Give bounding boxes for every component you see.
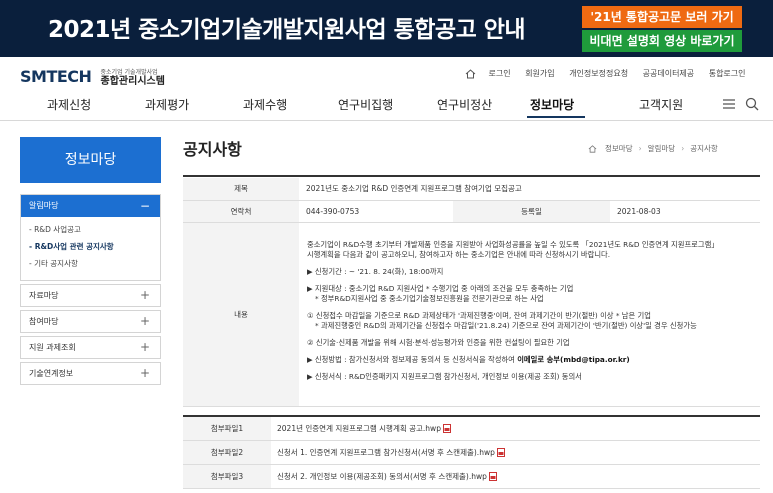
- sidebar-group-label: 알림마당: [29, 201, 59, 210]
- date-label: 등록일: [453, 200, 610, 223]
- attachment-label: 첨부파일1: [183, 416, 271, 441]
- sidebar-item-label: 참여마당: [29, 317, 59, 326]
- nav-item-support[interactable]: 고객지원: [639, 96, 683, 113]
- banner-title: 2021년 중소기업기술개발지원사업 통합공고 안내: [48, 17, 526, 43]
- notice-detail-table: 제목 2021년도 중소기업 R&D 인증연계 지원프로그램 참여기업 모집공고…: [183, 178, 760, 407]
- attachments-table: 첨부파일1 2021년 인증연계 지원프로그램 시행계획 공고.hwp 첨부파일…: [183, 415, 760, 489]
- nav-item-funding[interactable]: 연구비집행: [338, 96, 393, 113]
- date-value: 2021-08-03: [610, 200, 760, 223]
- sidebar-group-notice: 알림마당 − - R&D 사업공고 - R&D사업 관련 공지사항 - 기타 공…: [20, 194, 161, 281]
- table-row: 첨부파일3 신청서 2. 개인정보 이용(제공조회) 동의서(서명 후 스캔제출…: [183, 464, 760, 489]
- attachment-label: 첨부파일2: [183, 440, 271, 465]
- body-intro-2: 시행계획을 다음과 같이 공고하오니, 참여하고자 하는 중소기업은 안내에 따…: [307, 249, 611, 259]
- integrated-login-link[interactable]: 통합로그인: [709, 68, 746, 79]
- home-icon[interactable]: [588, 145, 597, 153]
- breadcrumb: 정보마당 › 알림마당 › 공지사항: [588, 143, 718, 154]
- attachment-label: 첨부파일3: [183, 464, 271, 489]
- contact-value: 044-390-0753: [299, 200, 453, 223]
- email-link[interactable]: 이메일로 송부(mbd@tipa.or.kr): [517, 355, 630, 364]
- table-row: 첨부파일2 신청서 1. 인증연계 지원프로그램 참가신청서(서명 후 스캔제출…: [183, 440, 760, 465]
- sidebar-item-tech-info[interactable]: 기술연계정보 +: [20, 362, 161, 385]
- sidebar-item-resources[interactable]: 자료마당 +: [20, 284, 161, 307]
- nav-divider: [0, 120, 773, 121]
- sidebar-sub-other-notice[interactable]: - 기타 공지사항: [29, 255, 160, 272]
- breadcrumb-item[interactable]: 공지사항: [690, 144, 718, 153]
- body-cond-1: ① 신청접수 마감일을 기준으로 R&D 과제상태가 '과제진행중'이며, 잔여…: [307, 310, 651, 320]
- title-divider: [183, 175, 760, 177]
- breadcrumb-item[interactable]: 알림마당: [648, 144, 676, 153]
- video-link-button[interactable]: 비대면 설명회 영상 바로가기: [582, 30, 742, 52]
- body-forms: ▶ 신청서식 : R&D인증패키지 지원프로그램 참가신청서, 개인정보 이용(…: [307, 371, 582, 381]
- sidebar-sub-rnd-announcement[interactable]: - R&D 사업공고: [29, 221, 160, 238]
- expand-icon[interactable]: +: [140, 285, 150, 306]
- page-title: 공지사항: [183, 140, 242, 159]
- body-target-1: ▶ 지원대상 : 중소기업 R&D 지원사업 * 수행기업 중 아래의 조건을 …: [307, 283, 574, 293]
- attachment-link-3[interactable]: 신청서 2. 개인정보 이용(제공조회) 동의서(서명 후 스캔제출).hwp: [277, 472, 487, 481]
- search-icon[interactable]: [745, 97, 759, 111]
- home-icon[interactable]: [465, 68, 476, 79]
- expand-icon[interactable]: +: [140, 363, 150, 384]
- sidebar-group-head[interactable]: 알림마당 −: [21, 195, 160, 217]
- breadcrumb-item[interactable]: 정보마당: [605, 144, 633, 153]
- nav-item-info[interactable]: 정보마당: [530, 96, 574, 113]
- method-text: ▶ 신청방법 : 참가신청서와 정보제공 동의서 등 신청서식을 작성하여: [307, 354, 518, 364]
- site-logo[interactable]: SMTECH 중소기업 기술개발사업 종합관리시스템: [20, 66, 165, 86]
- logo-sub2: 종합관리시스템: [100, 75, 165, 87]
- body-label: 내용: [183, 222, 299, 407]
- nav-item-execution[interactable]: 과제수행: [243, 96, 287, 113]
- utility-nav: 로그인 회원가입 개인정보정정요청 공공데이터제공 통합로그인: [465, 68, 758, 79]
- top-banner: 2021년 중소기업기술개발지원사업 통합공고 안내 '21년 통합공고문 보러…: [0, 0, 773, 57]
- sidebar-item-project-search[interactable]: 지원 과제조회 +: [20, 336, 161, 359]
- attachment-link-1[interactable]: 2021년 인증연계 지원프로그램 시행계획 공고.hwp: [277, 424, 441, 433]
- subject-value: 2021년도 중소기업 R&D 인증연계 지원프로그램 참여기업 모집공고: [299, 178, 760, 201]
- body-method: ▶ 신청방법 : 참가신청서와 정보제공 동의서 등 신청서식을 작성하여 이메…: [307, 355, 752, 365]
- nav-item-settlement[interactable]: 연구비정산: [437, 96, 492, 113]
- sidebar-item-label: 지원 과제조회: [29, 343, 76, 352]
- body-cond-2: ② 신기술·신제품 개발을 위해 시험·분석·성능평가와 인증을 위한 컨설팅이…: [307, 337, 570, 347]
- login-link[interactable]: 로그인: [489, 68, 511, 79]
- hamburger-menu-icon[interactable]: [723, 99, 735, 109]
- body-period: ▶ 신청기간 : ~ '21. 8. 24(화), 18:00까지: [307, 266, 444, 276]
- nav-item-evaluation[interactable]: 과제평가: [145, 96, 189, 113]
- nav-item-apply[interactable]: 과제신청: [47, 96, 91, 113]
- signup-link[interactable]: 회원가입: [525, 68, 554, 79]
- file-download-icon[interactable]: [442, 424, 451, 434]
- body-intro-1: 중소기업이 R&D수행 초기부터 개발제품 인증을 지원받아 사업화성공률을 높…: [307, 239, 719, 249]
- sidebar-title: 정보마당: [20, 137, 161, 183]
- body-target-2: * 정부R&D지원사업 중 중소기업기술정보진흥원을 전문기관으로 하는 사업: [315, 293, 544, 303]
- sidebar-item-participation[interactable]: 참여마당 +: [20, 310, 161, 333]
- chevron-right-icon: ›: [681, 144, 685, 153]
- notice-link-button[interactable]: '21년 통합공고문 보러 가기: [582, 6, 742, 28]
- collapse-icon[interactable]: −: [140, 195, 150, 217]
- body-cond-1b: * 과제진행중인 R&D의 과제기간을 신청접수 마감일('21.8.24) 기…: [315, 320, 697, 330]
- public-data-link[interactable]: 공공데이터제공: [643, 68, 695, 79]
- table-row: 내용 중소기업이 R&D수행 초기부터 개발제품 인증을 지원받아 사업화성공률…: [183, 222, 760, 407]
- privacy-request-link[interactable]: 개인정보정정요청: [569, 68, 628, 79]
- table-row: 연락처 044-390-0753 등록일 2021-08-03: [183, 200, 760, 223]
- main-nav: 과제신청 과제평가 과제수행 연구비집행 연구비정산 정보마당 고객지원: [0, 96, 773, 118]
- table-row: 제목 2021년도 중소기업 R&D 인증연계 지원프로그램 참여기업 모집공고: [183, 178, 760, 201]
- expand-icon[interactable]: +: [140, 311, 150, 332]
- file-download-icon[interactable]: [496, 448, 505, 457]
- logo-text: SMTECH: [20, 67, 92, 86]
- sidebar-item-label: 자료마당: [29, 291, 59, 300]
- table-row: 첨부파일1 2021년 인증연계 지원프로그램 시행계획 공고.hwp: [183, 416, 760, 441]
- contact-label: 연락처: [183, 200, 299, 223]
- subject-label: 제목: [183, 178, 299, 201]
- attachment-link-2[interactable]: 신청서 1. 인증연계 지원프로그램 참가신청서(서명 후 스캔제출).hwp: [277, 448, 495, 457]
- sidebar-item-label: 기술연계정보: [29, 369, 74, 378]
- expand-icon[interactable]: +: [140, 337, 150, 358]
- chevron-right-icon: ›: [638, 144, 642, 153]
- file-download-icon[interactable]: [488, 472, 497, 481]
- sidebar-sub-rnd-notice[interactable]: - R&D사업 관련 공지사항: [29, 238, 160, 255]
- notice-body: 중소기업이 R&D수행 초기부터 개발제품 인증을 지원받아 사업화성공률을 높…: [299, 222, 760, 407]
- nav-active-indicator: [527, 116, 585, 118]
